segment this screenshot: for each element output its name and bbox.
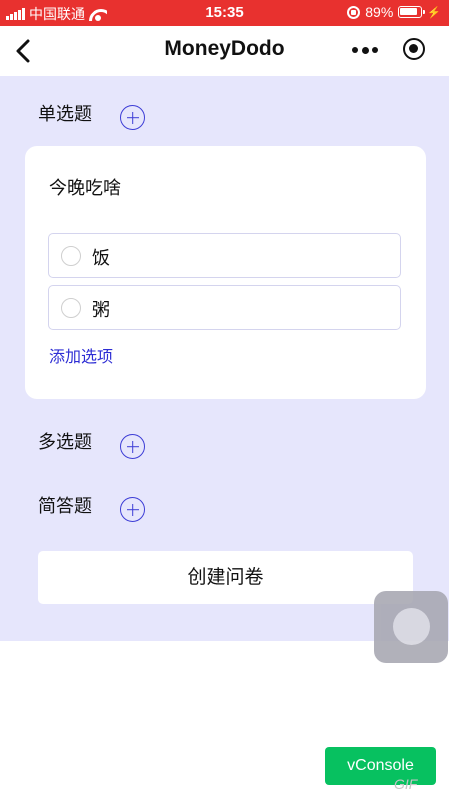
- vconsole-button[interactable]: vConsole: [325, 747, 436, 785]
- nav-bar: MoneyDodo: [0, 26, 449, 76]
- orientation-lock-icon: [347, 5, 361, 19]
- status-bar: 中国联通 15:35 89% ⚡: [0, 0, 449, 26]
- add-multi-choice-button[interactable]: [120, 434, 145, 459]
- survey-editor: 单选题 今晚吃啥 饭 粥 添加选项 多选题 简答题 创建问卷: [0, 76, 449, 641]
- page-title: MoneyDodo: [164, 37, 285, 60]
- question-title[interactable]: 今晚吃啥: [49, 174, 121, 200]
- assistive-touch-button[interactable]: [374, 591, 448, 663]
- gif-watermark: GIF: [394, 776, 418, 792]
- section-single-choice-title: 单选题: [38, 104, 92, 125]
- add-short-answer-button[interactable]: [120, 497, 145, 522]
- more-dots-icon[interactable]: [352, 43, 378, 57]
- section-short-answer-title: 简答题: [38, 496, 92, 517]
- charging-icon: ⚡: [427, 6, 441, 19]
- option-label: 饭: [92, 248, 110, 269]
- option-label: 粥: [92, 300, 110, 321]
- radio-icon[interactable]: [61, 298, 81, 318]
- add-single-choice-button[interactable]: [120, 105, 145, 130]
- create-survey-button[interactable]: 创建问卷: [38, 551, 413, 604]
- section-multi-choice-title: 多选题: [38, 432, 92, 453]
- question-card: 今晚吃啥 饭 粥 添加选项: [25, 146, 426, 399]
- battery-percent: 89%: [365, 4, 394, 20]
- option-item[interactable]: 粥: [48, 285, 401, 330]
- radio-icon[interactable]: [61, 246, 81, 266]
- close-target-icon[interactable]: [403, 38, 425, 60]
- back-arrow-icon[interactable]: [12, 38, 38, 64]
- battery-icon: [398, 6, 426, 18]
- option-item[interactable]: 饭: [48, 233, 401, 278]
- status-right: 89% ⚡: [347, 4, 441, 20]
- create-survey-label: 创建问卷: [187, 566, 264, 588]
- add-option-link[interactable]: 添加选项: [49, 343, 113, 367]
